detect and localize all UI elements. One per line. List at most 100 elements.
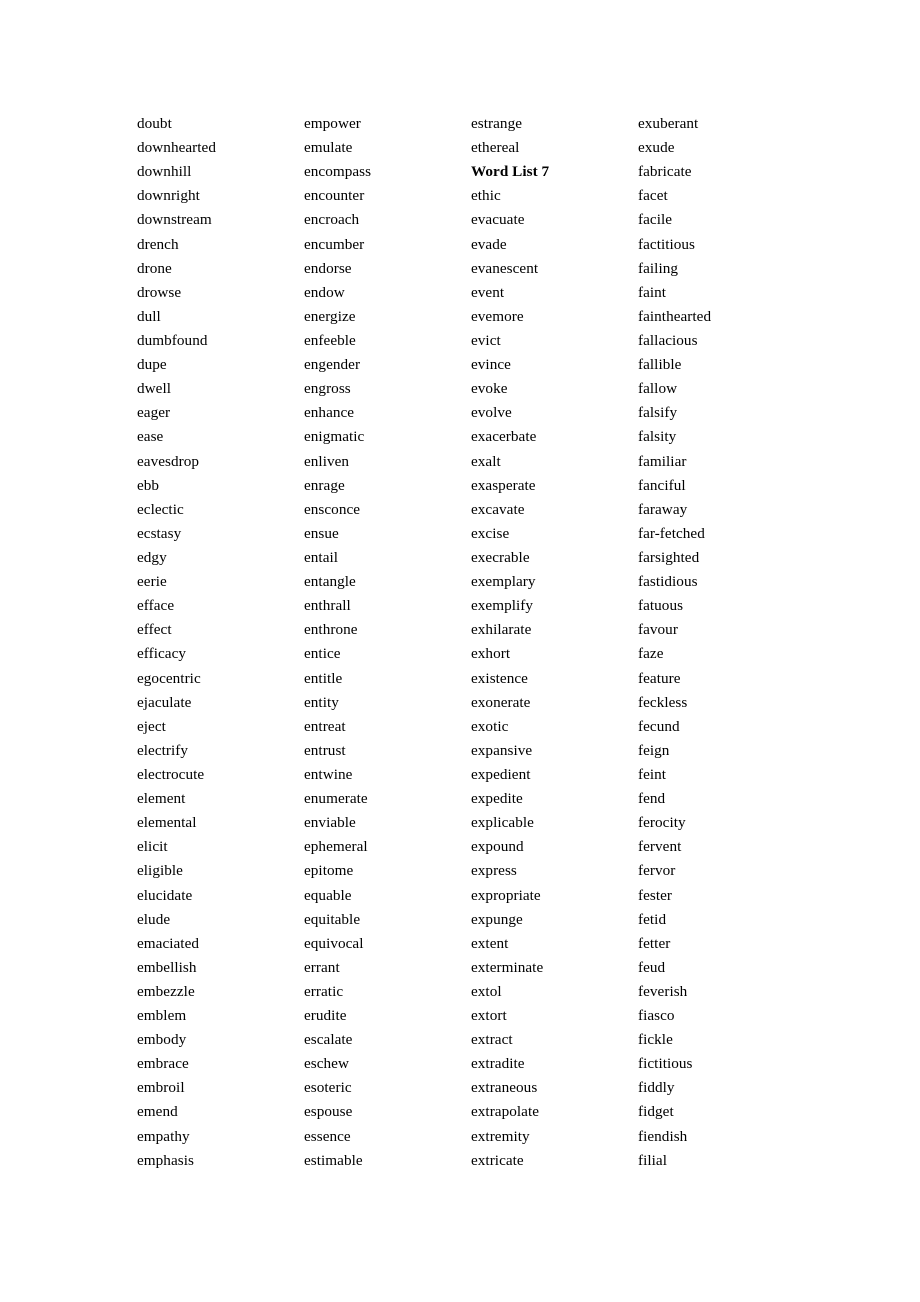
word-entry: endow <box>304 283 345 301</box>
word-entry: enliven <box>304 452 350 470</box>
word-entry: fanciful <box>638 476 686 494</box>
word-entry: exude <box>638 139 675 157</box>
word-entry: encompass <box>304 163 372 181</box>
word-entry: evolve <box>471 404 512 422</box>
word-entry: evoke <box>471 380 508 398</box>
word-entry: extort <box>471 1007 507 1025</box>
word-entry: fend <box>638 790 666 808</box>
word-entry: evacuate <box>471 211 525 229</box>
word-entry: equivocal <box>304 934 364 952</box>
word-entry: faint <box>638 283 667 301</box>
word-entry: faraway <box>638 500 688 518</box>
word-entry: drone <box>137 259 172 277</box>
word-entry: essence <box>304 1127 351 1145</box>
word-entry: enthrone <box>304 621 358 639</box>
word-entry: eerie <box>137 573 167 591</box>
word-entry: effect <box>137 621 172 639</box>
word-entry: eligible <box>137 862 183 880</box>
word-entry: falsify <box>638 404 678 422</box>
word-entry: empathy <box>137 1127 190 1145</box>
word-entry: emblem <box>137 1007 187 1025</box>
word-entry: excavate <box>471 500 525 518</box>
word-entry: eavesdrop <box>137 452 200 470</box>
word-entry: faze <box>638 645 664 663</box>
word-entry: exuberant <box>638 115 699 132</box>
word-entry: dull <box>137 307 161 325</box>
column-1: doubt downhearted downhill downright downstr… <box>137 112 304 1173</box>
word-entry: encumber <box>304 235 365 253</box>
word-entry: erudite <box>304 1007 347 1025</box>
word-entry: enumerate <box>304 790 368 808</box>
word-entry: fiendish <box>638 1127 688 1145</box>
word-entry: estrange <box>471 115 522 132</box>
word-entry: extraneous <box>471 1079 538 1097</box>
word-entry: expedient <box>471 765 531 783</box>
word-entry: engender <box>304 356 361 374</box>
word-entry: estimable <box>304 1151 363 1169</box>
word-list-grid: doubt downhearted downhill downright downstr… <box>137 112 867 1173</box>
word-entry: espouse <box>304 1103 353 1121</box>
word-entry: extrapolate <box>471 1103 540 1121</box>
word-entry: falsity <box>638 428 677 446</box>
word-entry: fervor <box>638 862 676 880</box>
word-entry: fallacious <box>638 331 698 349</box>
word-entry: evemore <box>471 307 524 325</box>
word-entry: fester <box>638 886 673 904</box>
word-entry: evade <box>471 235 507 253</box>
word-entry: ecstasy <box>137 524 182 542</box>
word-entry: electrify <box>137 741 189 759</box>
word-entry: express <box>471 862 517 880</box>
word-entry: encounter <box>304 187 365 205</box>
word-entry: evanescent <box>471 259 539 277</box>
word-entry: feverish <box>638 982 688 1000</box>
word-entry: extol <box>471 982 502 1000</box>
word-entry: embellish <box>137 958 197 976</box>
word-entry: efficacy <box>137 645 187 663</box>
word-entry: exotic <box>471 717 509 735</box>
word-entry: familiar <box>638 452 687 470</box>
word-entry: entreat <box>304 717 346 735</box>
word-entry: empower <box>304 115 361 132</box>
word-entry: element <box>137 790 186 808</box>
word-entry: embroil <box>137 1079 185 1097</box>
word-entry: facile <box>638 211 673 229</box>
word-entry: fervent <box>638 838 682 856</box>
word-entry: factitious <box>638 235 696 253</box>
word-entry: filial <box>638 1151 667 1169</box>
word-entry: ephemeral <box>304 838 368 856</box>
word-entry: exterminate <box>471 958 544 976</box>
word-entry: enrage <box>304 476 345 494</box>
word-entry: egocentric <box>137 669 201 687</box>
word-entry: downhill <box>137 163 192 181</box>
word-entry: entitle <box>304 669 343 687</box>
column-4: exuberant exude fabricate facet facile factit… <box>638 112 805 1173</box>
word-entry: entangle <box>304 573 356 591</box>
word-entry: enthrall <box>304 597 351 615</box>
word-entry: entwine <box>304 765 353 783</box>
word-entry: doubt <box>137 115 172 132</box>
word-entry: expropriate <box>471 886 541 904</box>
word-entry: emaciated <box>137 934 200 952</box>
word-entry: elicit <box>137 838 168 856</box>
word-entry: elucidate <box>137 886 193 904</box>
word-entry: far-fetched <box>638 524 705 542</box>
word-entry: errant <box>304 958 340 976</box>
word-entry: embody <box>137 1031 187 1049</box>
word-entry: entrust <box>304 741 346 759</box>
word-entry: escalate <box>304 1031 353 1049</box>
word-entry: downstream <box>137 211 212 229</box>
word-entry: dumbfound <box>137 331 208 349</box>
word-entry: ensue <box>304 524 339 542</box>
word-entry: ejaculate <box>137 693 192 711</box>
word-entry: event <box>471 283 505 301</box>
word-entry: encroach <box>304 211 360 229</box>
word-entry: endorse <box>304 259 352 277</box>
word-entry: fallow <box>638 380 678 398</box>
word-entry: feint <box>638 765 667 783</box>
word-entry: equitable <box>304 910 361 928</box>
document-page: doubt downhearted downhill downright downstr… <box>0 0 920 1302</box>
word-entry: enigmatic <box>304 428 365 446</box>
word-entry: expedite <box>471 790 523 808</box>
word-entry: enviable <box>304 814 356 832</box>
word-entry: dwell <box>137 380 171 398</box>
